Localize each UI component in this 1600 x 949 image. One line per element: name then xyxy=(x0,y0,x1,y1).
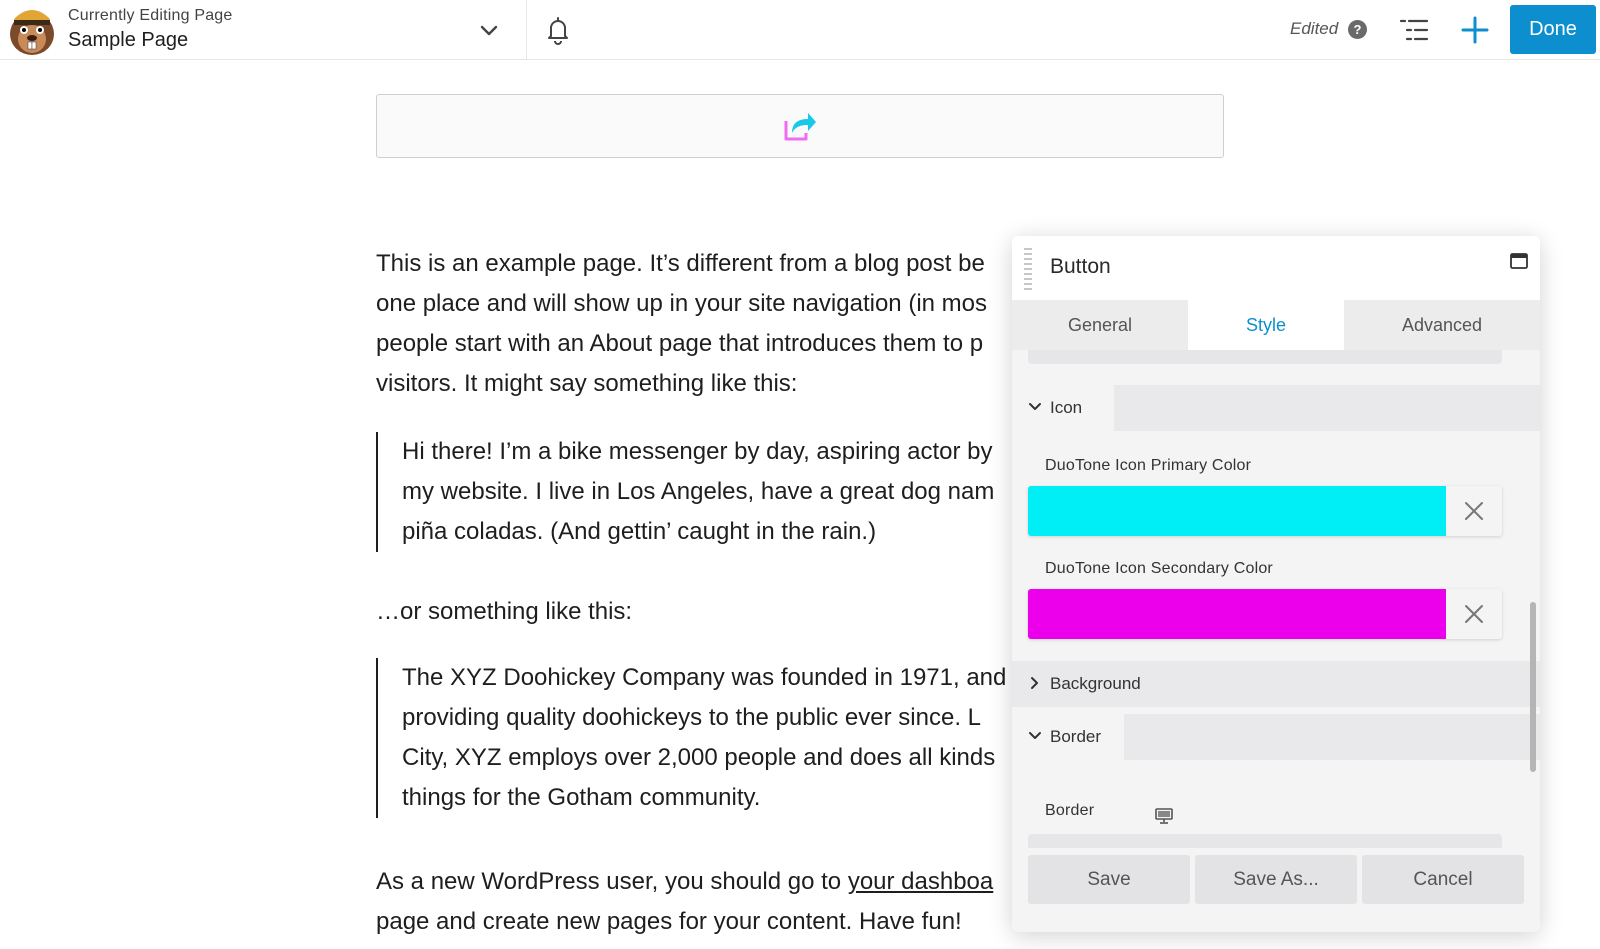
background-section-header[interactable]: Background xyxy=(1012,661,1540,707)
button-settings-panel: Button General Style Advanced Icon DuoTo… xyxy=(1012,236,1540,932)
beaver-logo-icon[interactable] xyxy=(4,3,60,57)
add-content-icon[interactable] xyxy=(1459,14,1491,46)
secondary-color-swatch[interactable] xyxy=(1028,589,1446,639)
panel-tabs: General Style Advanced xyxy=(1012,300,1540,350)
icon-section-header: Icon xyxy=(1012,385,1540,431)
chevron-down-icon xyxy=(1029,732,1041,739)
border-section-toggle[interactable]: Border xyxy=(1012,714,1124,760)
cancel-button[interactable]: Cancel xyxy=(1362,855,1524,904)
panel-title: Button xyxy=(1050,255,1111,278)
secondary-color-field xyxy=(1028,589,1502,639)
tab-style[interactable]: Style xyxy=(1188,300,1344,350)
chevron-down-icon xyxy=(1029,403,1041,410)
tab-advanced[interactable]: Advanced xyxy=(1344,300,1540,350)
save-as-button[interactable]: Save As... xyxy=(1195,855,1357,904)
editing-context-label: Currently Editing Page xyxy=(68,7,233,24)
panel-footer: Save Save As... Cancel xyxy=(1012,848,1540,932)
primary-color-label: DuoTone Icon Primary Color xyxy=(1045,457,1252,474)
section-label: Background xyxy=(1050,674,1141,693)
clear-color-icon[interactable] xyxy=(1446,589,1502,639)
border-label-text: Border xyxy=(1045,802,1095,819)
top-bar: Currently Editing Page Sample Page Edite… xyxy=(0,0,1600,60)
panel-scroll-area: Icon DuoTone Icon Primary Color DuoTone … xyxy=(1012,350,1540,848)
section-label: Icon xyxy=(1050,398,1083,417)
icon-section-toggle[interactable]: Icon xyxy=(1012,385,1114,431)
outline-list-icon[interactable] xyxy=(1398,15,1430,45)
dashboard-link[interactable]: your dashboa xyxy=(848,868,993,895)
primary-color-field xyxy=(1028,486,1502,536)
topbar-divider xyxy=(526,0,527,60)
bell-icon[interactable] xyxy=(543,14,573,46)
desktop-responsive-icon[interactable] xyxy=(1155,808,1173,824)
maximize-panel-icon[interactable] xyxy=(1510,253,1528,269)
border-field-label: Border xyxy=(1045,802,1173,824)
done-button[interactable]: Done xyxy=(1510,5,1596,54)
save-button[interactable]: Save xyxy=(1028,855,1190,904)
tab-general[interactable]: General xyxy=(1012,300,1188,350)
border-section-header: Border xyxy=(1012,714,1540,760)
border-field-box[interactable] xyxy=(1028,834,1502,848)
page-title: Sample Page xyxy=(68,29,189,51)
secondary-color-label: DuoTone Icon Secondary Color xyxy=(1045,560,1273,577)
panel-drag-handle[interactable] xyxy=(1024,248,1032,290)
clear-color-icon[interactable] xyxy=(1446,486,1502,536)
panel-scrollbar[interactable] xyxy=(1530,602,1536,772)
chevron-down-icon[interactable] xyxy=(476,17,502,43)
help-icon[interactable]: ? xyxy=(1348,20,1367,39)
primary-color-swatch[interactable] xyxy=(1028,486,1446,536)
section-label: Border xyxy=(1050,727,1102,746)
chevron-right-icon xyxy=(1031,677,1038,689)
share-icon xyxy=(784,113,816,141)
paragraph-text: As a new WordPress user, you should go t… xyxy=(376,868,848,895)
edit-status: Edited xyxy=(1290,19,1339,38)
previous-field-box xyxy=(1028,350,1502,364)
